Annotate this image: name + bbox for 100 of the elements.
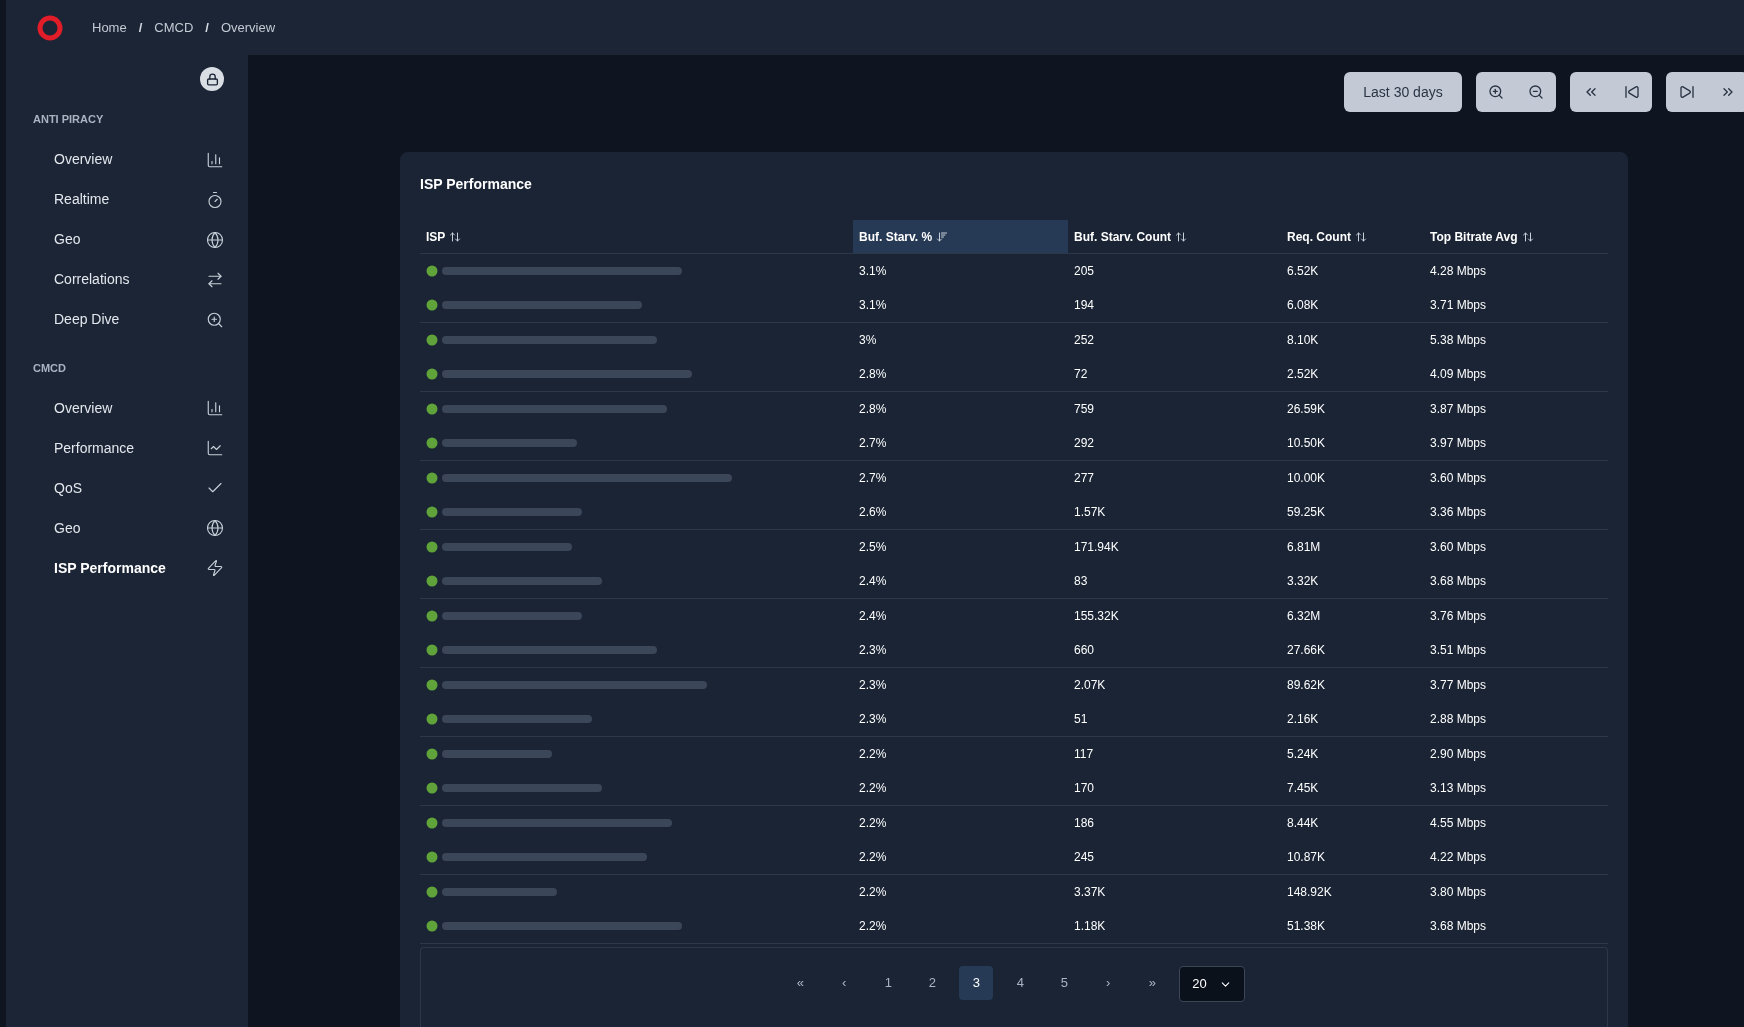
table-cell: 205 xyxy=(1074,264,1095,279)
table-cell: 3.77 Mbps xyxy=(1430,678,1487,693)
next-page-button[interactable]: › xyxy=(1091,966,1126,1000)
table-cell: 51 xyxy=(1074,712,1088,727)
table-cell: 2.52K xyxy=(1287,367,1319,382)
table-cell: 6.08K xyxy=(1287,298,1319,313)
table-cell: 2.2% xyxy=(859,816,887,831)
column-header[interactable]: Top Bitrate Avg xyxy=(1424,220,1608,253)
breadcrumb-separator: / xyxy=(138,18,143,37)
table-cell: 2.07K xyxy=(1074,678,1106,693)
table-cell: 3.97 Mbps xyxy=(1430,436,1487,451)
table-cell: 5.24K xyxy=(1287,747,1319,762)
table-cell: 3.71 Mbps xyxy=(1430,298,1487,313)
previous-page-button[interactable]: ‹ xyxy=(827,966,862,1000)
table-cell: 4.22 Mbps xyxy=(1430,850,1487,865)
table-cell: 170 xyxy=(1074,781,1095,796)
table-cell: 10.00K xyxy=(1287,471,1326,486)
date-range-button[interactable]: Last 30 days xyxy=(1344,72,1462,112)
page-size-select[interactable]: 20 xyxy=(1179,966,1245,1002)
page-button[interactable]: 4 xyxy=(1003,966,1038,1000)
page-button[interactable]: 5 xyxy=(1047,966,1082,1000)
table-cell: 2.6% xyxy=(859,505,887,520)
table-cell: 117 xyxy=(1074,747,1094,762)
table-cell: 27.66K xyxy=(1287,643,1326,658)
table-cell: 6.81M xyxy=(1287,540,1321,555)
table-cell: 2.8% xyxy=(859,402,887,417)
page-button[interactable]: 1 xyxy=(871,966,906,1000)
sidebar-item[interactable]: ISP Performance xyxy=(6,548,248,588)
table-cell: 3.36 Mbps xyxy=(1430,505,1487,520)
table-cell: 194 xyxy=(1074,298,1095,313)
first-page-button[interactable]: « xyxy=(783,966,818,1000)
sidebar-item[interactable]: Correlations xyxy=(6,259,248,300)
table-cell: 3.60 Mbps xyxy=(1430,540,1487,555)
table-cell: 3.60 Mbps xyxy=(1430,471,1487,486)
table-cell: 3.32K xyxy=(1287,574,1319,589)
table-cell: 6.32M xyxy=(1287,609,1321,624)
table-cell: 8.44K xyxy=(1287,816,1319,831)
table-cell: 1.18K xyxy=(1074,919,1106,934)
sidebar-item[interactable]: Overview xyxy=(6,139,248,180)
table-cell: 3.87 Mbps xyxy=(1430,402,1487,417)
table-cell: 83 xyxy=(1074,574,1088,589)
table-cell: 6.52K xyxy=(1287,264,1319,279)
table-cell: 2.2% xyxy=(859,850,887,865)
table-cell: 3.37K xyxy=(1074,885,1106,900)
sidebar-item[interactable]: Performance xyxy=(6,428,248,468)
column-header[interactable]: Req. Count xyxy=(1281,220,1424,253)
panel-title: ISP Performance xyxy=(420,175,533,194)
sidebar-item[interactable]: Geo xyxy=(6,508,248,548)
table-cell: 171.94K xyxy=(1074,540,1119,555)
table-cell: 89.62K xyxy=(1287,678,1326,693)
column-header[interactable]: ISP xyxy=(420,220,853,253)
table-cell: 4.28 Mbps xyxy=(1430,264,1487,279)
table-cell: 4.09 Mbps xyxy=(1430,367,1487,382)
table-cell: 3.76 Mbps xyxy=(1430,609,1487,624)
sidebar-item[interactable]: Geo xyxy=(6,219,248,260)
page-button[interactable]: 2 xyxy=(915,966,950,1000)
table-cell: 3.1% xyxy=(859,264,887,279)
table-cell: 2.3% xyxy=(859,712,887,727)
section-heading: ANTI PIRACY xyxy=(32,112,105,127)
table-cell: 4.55 Mbps xyxy=(1430,816,1487,831)
table-cell: 2.5% xyxy=(859,540,887,555)
table-cell: 2.8% xyxy=(859,367,887,382)
table-cell: 148.92K xyxy=(1287,885,1332,900)
sidebar-item[interactable]: Realtime xyxy=(6,179,248,220)
table-cell: 10.87K xyxy=(1287,850,1326,865)
table-cell: 186 xyxy=(1074,816,1095,831)
table-cell: 2.4% xyxy=(859,574,887,589)
table-cell: 7.45K xyxy=(1287,781,1319,796)
table-cell: 3.51 Mbps xyxy=(1430,643,1487,658)
table-cell: 2.4% xyxy=(859,609,887,624)
sidebar-item[interactable]: Overview xyxy=(6,388,248,428)
table-cell: 2.7% xyxy=(859,471,887,486)
sidebar-item[interactable]: Deep Dive xyxy=(6,299,248,340)
table-cell: 3.1% xyxy=(859,298,887,313)
table-cell: 2.2% xyxy=(859,781,887,796)
table-cell: 2.2% xyxy=(859,885,887,900)
table-cell: 26.59K xyxy=(1287,402,1326,417)
column-header[interactable]: Buf. Starv. Count xyxy=(1068,220,1281,253)
page-button[interactable]: 3 xyxy=(959,966,994,1000)
column-header[interactable]: Buf. Starv. % xyxy=(853,220,1068,253)
last-page-button[interactable]: » xyxy=(1135,966,1170,1000)
table-cell: 3.68 Mbps xyxy=(1430,919,1487,934)
table-cell: 2.16K xyxy=(1287,712,1319,727)
table-cell: 3.68 Mbps xyxy=(1430,574,1487,589)
table-cell: 2.2% xyxy=(859,747,887,762)
table-cell: 2.3% xyxy=(859,678,887,693)
table-cell: 5.38 Mbps xyxy=(1430,333,1487,348)
table-cell: 2.3% xyxy=(859,643,887,658)
breadcrumb-link[interactable]: CMCD xyxy=(154,17,194,38)
table-cell: 2.2% xyxy=(859,919,887,934)
breadcrumb-link[interactable]: Home xyxy=(92,17,127,38)
table-cell: 759 xyxy=(1074,402,1095,417)
table-cell: 59.25K xyxy=(1287,505,1326,520)
sidebar-item[interactable]: QoS xyxy=(6,468,248,508)
table-cell: 10.50K xyxy=(1287,436,1326,451)
table-cell: 72 xyxy=(1074,367,1088,382)
breadcrumb-link[interactable]: Overview xyxy=(220,17,276,38)
table-cell: 1.57K xyxy=(1074,505,1106,520)
table-cell: 252 xyxy=(1074,333,1095,348)
table-cell: 155.32K xyxy=(1074,609,1119,624)
